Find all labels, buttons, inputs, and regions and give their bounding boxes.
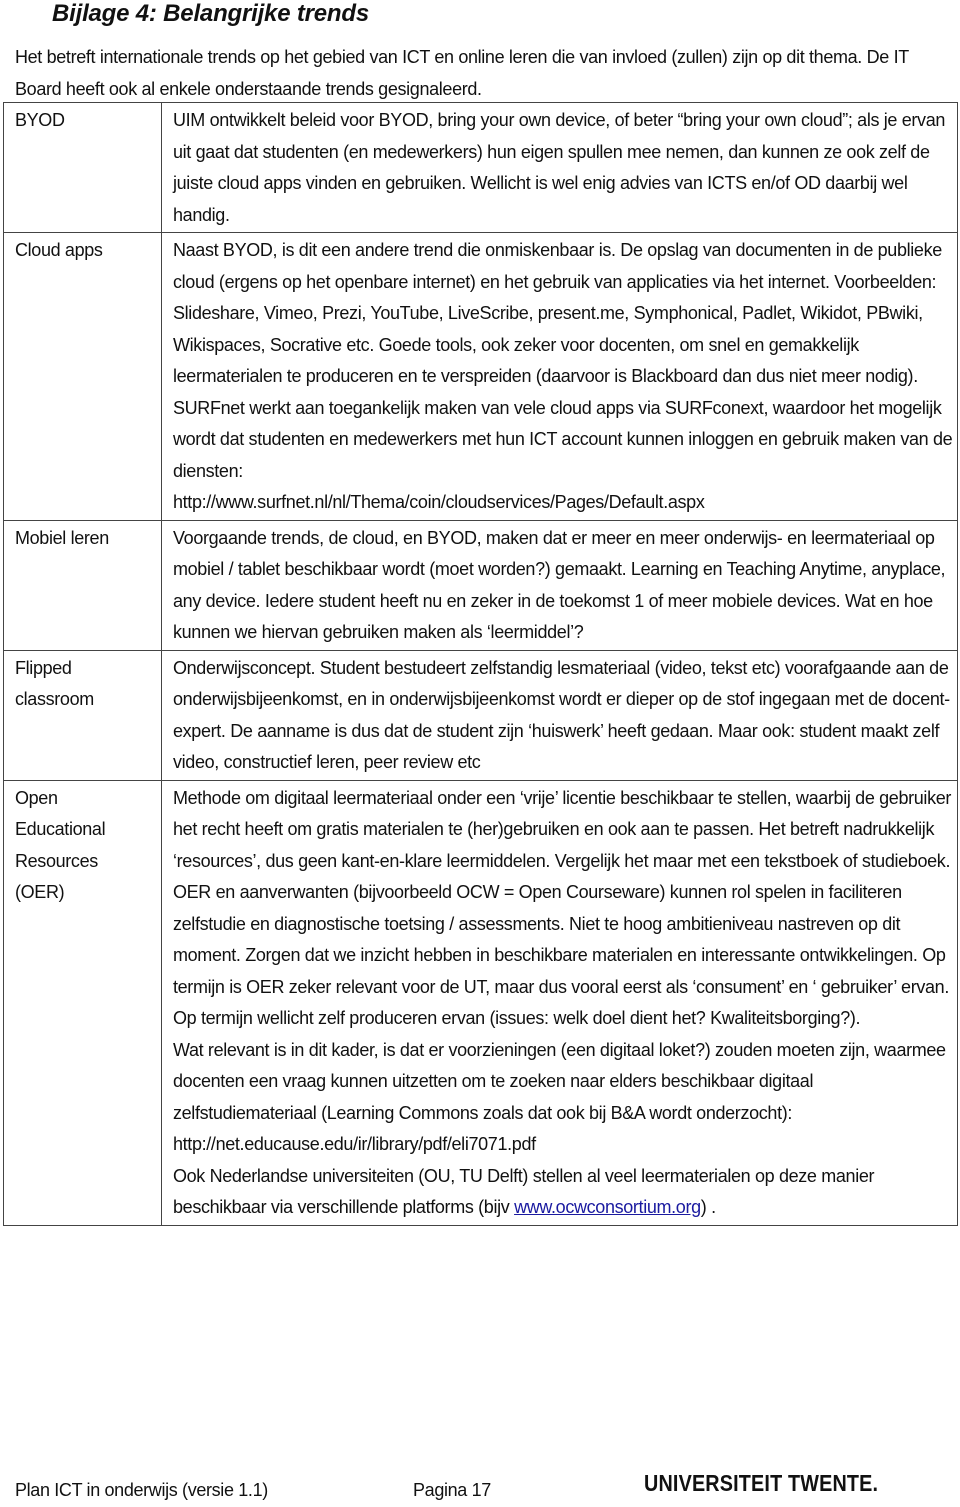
- trend-description: Naast BYOD, is dit een andere trend die …: [161, 232, 958, 521]
- trend-term-label: Cloud apps: [15, 240, 103, 260]
- trend-paragraph: Wat relevant is in dit kader, is dat er …: [173, 1039, 946, 1155]
- footer-document-title: Plan ICT in onderwijs (versie 1.1): [15, 1480, 268, 1500]
- university-logo: UNIVERSITEIT TWENTE.: [644, 1470, 879, 1496]
- trend-term-label: BYOD: [15, 110, 65, 130]
- table-row: Open Educational Resources (OER) Methode…: [3, 779, 958, 1226]
- final-text-after-link: ) .: [700, 1197, 716, 1217]
- page-title: Bijlage 4: Belangrijke trends: [52, 0, 369, 27]
- table-row: Flipped classroom Onderwijsconcept. Stud…: [3, 649, 958, 781]
- surfnet-url: http://www.surfnet.nl/nl/Thema/coin/clou…: [173, 492, 705, 512]
- trend-term-line: Resources: [15, 850, 98, 871]
- trend-term: BYOD: [3, 102, 162, 233]
- table-row: BYOD UIM ontwikkelt beleid voor BYOD, br…: [3, 102, 958, 233]
- trend-description: Onderwijsconcept. Student bestudeert zel…: [161, 649, 958, 781]
- trend-term-line: Flipped: [15, 657, 72, 678]
- intro-paragraph: Het betreft internationale trends op het…: [15, 47, 909, 99]
- trend-paragraph: Onderwijsconcept. Student bestudeert zel…: [173, 657, 950, 773]
- trend-term-line: Educational: [15, 819, 106, 839]
- trend-term-label: Mobiel leren: [15, 527, 109, 548]
- trend-term-line: Open: [15, 787, 58, 808]
- trend-term-line: (OER): [15, 882, 65, 902]
- trends-table: BYOD UIM ontwikkelt beleid voor BYOD, br…: [3, 102, 958, 1226]
- trend-paragraph: UIM ontwikkelt beleid voor BYOD, bring y…: [173, 110, 946, 225]
- trend-paragraph: Voorgaande trends, de cloud, en BYOD, ma…: [173, 527, 946, 643]
- trend-term: Flipped classroom: [3, 649, 162, 781]
- table-row: Cloud apps Naast BYOD, is dit een andere…: [3, 232, 958, 521]
- trend-description: Voorgaande trends, de cloud, en BYOD, ma…: [161, 519, 958, 651]
- trend-term: Mobiel leren: [3, 519, 162, 651]
- trend-paragraph: OER en aanverwanten (bijvoorbeeld OCW = …: [173, 882, 949, 1028]
- table-row: Mobiel leren Voorgaande trends, de cloud…: [3, 519, 958, 651]
- trend-paragraph-final: Ook Nederlandse universiteiten (OU, TU D…: [173, 1161, 953, 1224]
- ocwconsortium-link[interactable]: www.ocwconsortium.org: [514, 1197, 701, 1217]
- trend-description: UIM ontwikkelt beleid voor BYOD, bring y…: [161, 102, 958, 233]
- trend-paragraph: Methode om digitaal leermateriaal onder …: [173, 787, 952, 871]
- trend-description: Methode om digitaal leermateriaal onder …: [161, 779, 958, 1226]
- trend-paragraph: Naast BYOD, is dit een andere trend die …: [173, 240, 953, 481]
- trend-term: Cloud apps: [3, 232, 162, 521]
- trend-term: Open Educational Resources (OER): [3, 779, 162, 1226]
- footer-page-number: Pagina 17: [413, 1480, 491, 1500]
- trend-term-line: classroom: [15, 689, 94, 709]
